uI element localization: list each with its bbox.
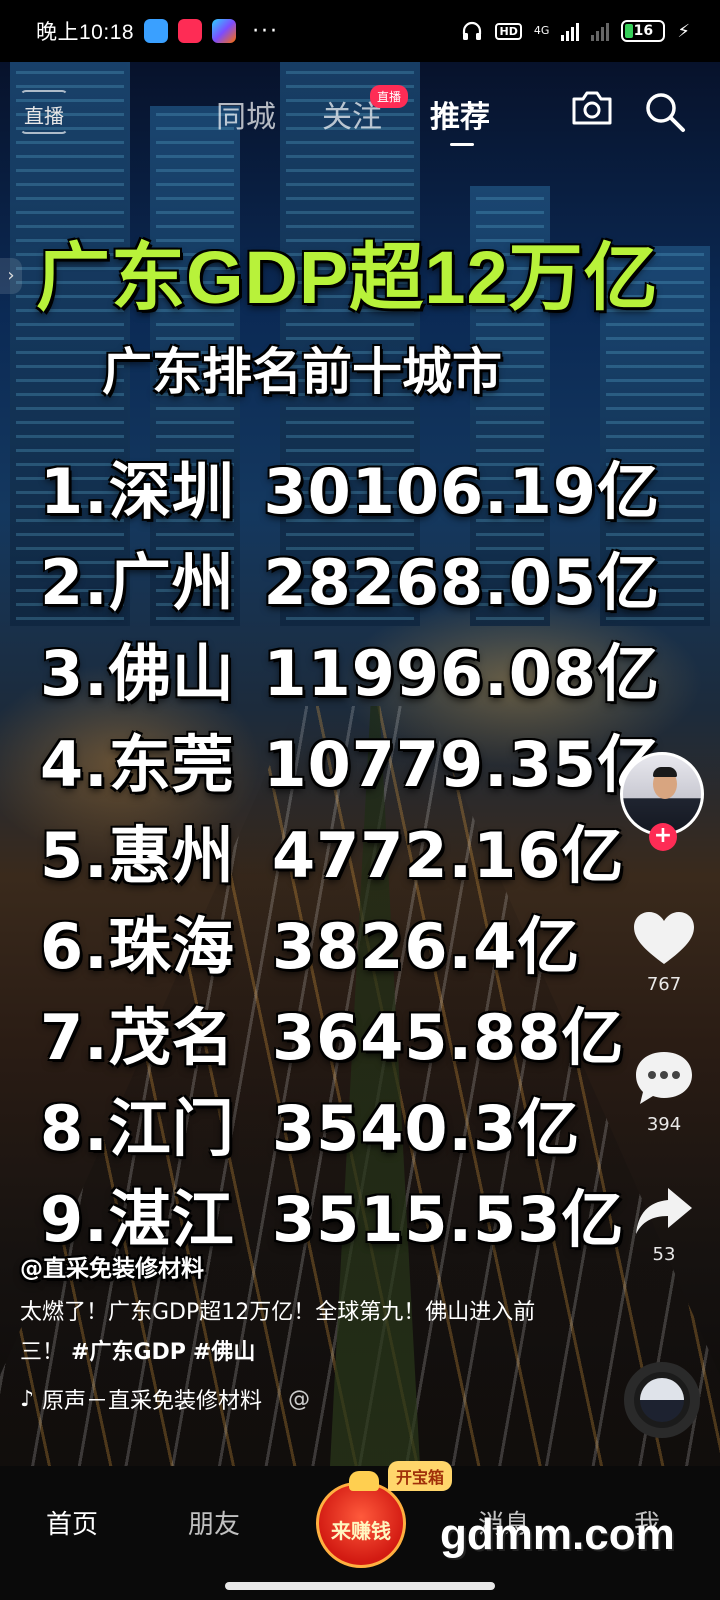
search-icon[interactable] xyxy=(643,90,687,134)
music-info[interactable]: ♪ 原声－直采免装修材料 @ xyxy=(20,1383,310,1415)
ranking-value: 3826.4亿 xyxy=(272,909,581,983)
home-indicator[interactable] xyxy=(225,1582,495,1590)
ranking-row: 2.广州 28268.05亿 xyxy=(40,531,660,622)
network-type: 4G xyxy=(533,24,550,37)
follow-plus-icon[interactable]: + xyxy=(649,823,677,851)
tab-recommended[interactable]: 推荐 xyxy=(430,92,490,136)
app-notification-icon xyxy=(144,19,169,43)
live-entry-button[interactable]: 直播 xyxy=(20,90,68,134)
active-tab-indicator xyxy=(450,143,474,146)
headphones-icon xyxy=(463,21,482,40)
signal-secondary-icon xyxy=(591,21,610,41)
nav-friends[interactable]: 朋友 xyxy=(188,1504,240,1541)
like-button[interactable]: 767 xyxy=(628,910,700,995)
charging-icon: ⚡ xyxy=(677,20,690,42)
hd-voice-icon: HD xyxy=(495,22,522,40)
play-store-notification-icon xyxy=(212,19,237,43)
video-headline: 广东GDP超12万亿 xyxy=(36,236,659,319)
ranking-city: 4.东莞 xyxy=(40,727,235,801)
video-caption[interactable]: 太燃了！广东GDP超12万亿！全球第九！佛山进入前三！ #广东GDP #佛山 xyxy=(20,1293,540,1373)
status-right: HD 4G 16 ⚡ xyxy=(461,20,690,42)
music-more: @ xyxy=(288,1386,311,1412)
earn-coins-button[interactable]: 来赚钱 xyxy=(316,1471,406,1568)
like-count: 767 xyxy=(646,974,682,995)
music-disc-button[interactable] xyxy=(624,1362,700,1438)
hashtag-link[interactable]: #佛山 xyxy=(193,1340,255,1365)
ranking-value: 3540.3亿 xyxy=(272,1091,581,1165)
battery-level: 16 xyxy=(633,23,654,39)
signal-icon xyxy=(561,21,580,41)
more-notifications-icon: ··· xyxy=(252,18,280,44)
ranking-row: 5.惠州 4772.16亿 xyxy=(40,804,660,895)
ranking-row: 3.佛山 11996.08亿 xyxy=(40,622,660,713)
side-drawer-chevron-icon[interactable]: › xyxy=(0,258,22,294)
ranking-row: 4.东莞 10779.35亿 xyxy=(40,713,660,804)
ranking-value: 10779.35亿 xyxy=(263,727,660,801)
comment-count: 394 xyxy=(646,1114,682,1135)
tab-nearby[interactable]: 同城 xyxy=(216,92,276,136)
status-time: 晚上10:18 xyxy=(36,21,135,44)
ranking-value: 4772.16亿 xyxy=(272,818,625,892)
live-entry-label: 直播 xyxy=(24,104,64,128)
comment-button[interactable]: 394 xyxy=(628,1048,700,1135)
ranking-city: 3.佛山 xyxy=(40,636,235,710)
ranking-row: 9.湛江 3515.53亿 xyxy=(40,1168,660,1259)
music-disc-avatar xyxy=(640,1378,684,1422)
ranking-row: 8.江门 3540.3亿 xyxy=(40,1077,660,1168)
pouch-knot-icon xyxy=(349,1471,379,1491)
site-watermark: gdmm.com xyxy=(440,1510,675,1559)
earn-label: 来赚钱 xyxy=(331,1519,391,1543)
treasure-box-tag[interactable]: 开宝箱 xyxy=(388,1461,453,1491)
camera-icon[interactable] xyxy=(570,90,614,126)
gdp-ranking-list: 1.深圳 30106.19亿 2.广州 28268.05亿 3.佛山 11996.08… xyxy=(40,440,660,1259)
music-note-icon: ♪ xyxy=(20,1386,35,1412)
avatar-hair xyxy=(653,767,677,777)
music-title: 原声－直采免装修材料 xyxy=(42,1389,263,1414)
hashtag-link[interactable]: #广东GDP xyxy=(71,1340,186,1365)
ranking-value: 3645.88亿 xyxy=(272,1000,625,1074)
ranking-city: 8.江门 xyxy=(40,1091,235,1165)
battery-icon: 16 xyxy=(621,20,666,42)
ranking-city: 9.湛江 xyxy=(40,1182,235,1256)
ranking-value: 30106.19亿 xyxy=(263,454,660,528)
ranking-city: 2.广州 xyxy=(40,545,235,619)
ranking-row: 7.茂名 3645.88亿 xyxy=(40,986,660,1077)
tiktok-notification-icon xyxy=(178,19,203,43)
status-bar: 晚上10:18 ··· HD 4G 16 ⚡ xyxy=(0,0,720,62)
nav-home[interactable]: 首页 xyxy=(46,1504,98,1541)
heart-icon xyxy=(634,912,694,964)
share-arrow-icon xyxy=(636,1188,692,1234)
ranking-city: 6.珠海 xyxy=(40,909,235,983)
ranking-value: 3515.53亿 xyxy=(272,1182,625,1256)
comment-bubble-icon xyxy=(636,1052,692,1104)
author-handle[interactable]: @直采免装修材料 xyxy=(20,1249,204,1283)
share-button[interactable]: 53 xyxy=(628,1184,700,1265)
ranking-row: 1.深圳 30106.19亿 xyxy=(40,440,660,531)
video-subheadline: 广东排名前十城市 xyxy=(102,343,502,401)
ranking-city: 1.深圳 xyxy=(40,454,235,528)
live-badge: 直播 xyxy=(370,85,409,108)
ranking-row: 6.珠海 3826.4亿 xyxy=(40,895,660,986)
ranking-city: 7.茂名 xyxy=(40,1000,235,1074)
ranking-city: 5.惠州 xyxy=(40,818,235,892)
share-count: 53 xyxy=(652,1244,676,1265)
ranking-value: 28268.05亿 xyxy=(263,545,660,619)
ranking-value: 11996.08亿 xyxy=(263,636,660,710)
